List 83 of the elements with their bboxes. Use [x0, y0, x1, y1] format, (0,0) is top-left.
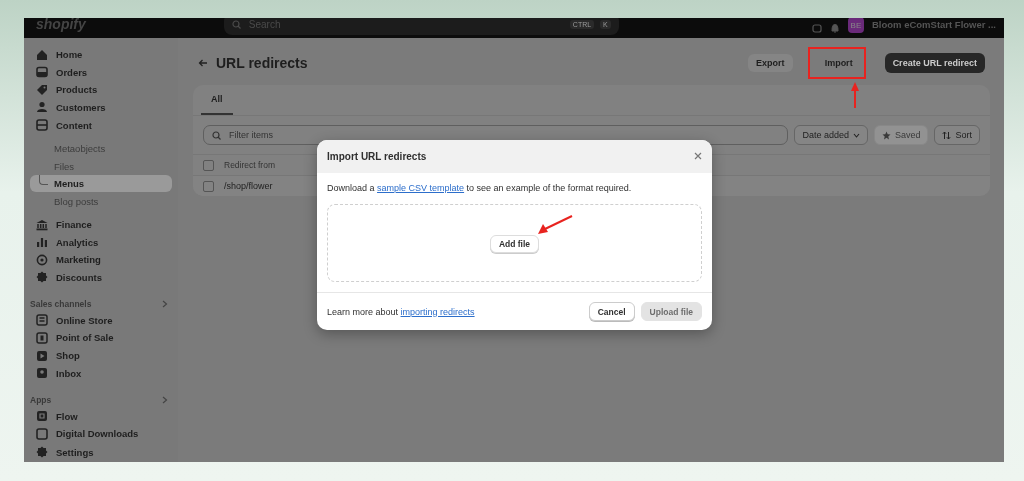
sidebar-item-label: Online Store	[56, 314, 113, 326]
annotation-arrow	[538, 215, 573, 234]
home-icon	[36, 48, 48, 61]
play-square-icon	[36, 349, 48, 362]
sidebar-item[interactable]: Analytics	[30, 233, 172, 251]
chevron-right-icon	[162, 395, 168, 404]
cancel-button[interactable]: Cancel	[588, 302, 635, 321]
sidebar-item-label: Settings	[56, 446, 94, 458]
sidebar-item[interactable]: Content	[30, 116, 172, 134]
sidebar-item[interactable]: Shop	[30, 346, 172, 365]
annotation-arrow	[851, 82, 859, 109]
template-link[interactable]: sample CSV template	[377, 183, 465, 193]
sidebar-item[interactable]: Discounts	[30, 268, 172, 287]
sidebar-subitem[interactable]: Files	[30, 157, 172, 175]
page-title: URL redirects	[216, 55, 309, 71]
sidebar-item[interactable]: Marketing	[30, 250, 172, 269]
bar-chart-icon	[36, 236, 48, 249]
search-icon	[231, 19, 241, 29]
sidebar-item-label: Shop	[56, 350, 80, 362]
sidebar-item-label: Orders	[56, 66, 88, 78]
sidebar-item[interactable]: Inbox	[30, 364, 172, 382]
store-name[interactable]: Bloom eComStart Flower ...	[871, 18, 996, 30]
section-heading: Apps	[30, 394, 52, 405]
sidebar-subitem[interactable]: Menus	[30, 174, 172, 193]
sort-button[interactable]: Sort	[934, 125, 980, 145]
add-file-button[interactable]: Add file	[489, 234, 540, 253]
sidebar-item[interactable]: Orders	[30, 63, 172, 82]
sidebar-item-label: Content	[56, 119, 92, 131]
close-icon	[694, 152, 702, 160]
tag-icon	[36, 83, 48, 96]
sidebar-item[interactable]: Flow	[30, 407, 172, 426]
sidebar-item-label: Finance	[56, 219, 92, 231]
sidebar-item-label: Inbox	[56, 367, 82, 379]
dialog-description: Download a sample CSV template to see an example of the format required.	[327, 183, 633, 193]
sidebar-item[interactable]: Settings	[30, 442, 172, 462]
filter-input[interactable]: Filter items	[227, 129, 780, 141]
checkbox[interactable]	[203, 180, 214, 192]
import-button[interactable]: Import	[816, 54, 861, 72]
sidebar-item[interactable]: Customers	[30, 98, 172, 117]
sidebar-item[interactable]: Point of Sale	[30, 329, 172, 347]
sidebar-item[interactable]: Products	[30, 81, 172, 99]
chevron-down-icon	[852, 132, 860, 138]
dialog-title: Import URL redirects	[327, 151, 427, 162]
store-avatar[interactable]: BE	[847, 18, 864, 33]
sidebar-subitem[interactable]: Metaobjects	[30, 139, 172, 158]
target-icon	[36, 253, 48, 266]
sidebar-item[interactable]: Digital Downloads	[30, 425, 172, 443]
sidebar-item-label: Products	[56, 84, 98, 96]
search-icon	[212, 130, 221, 140]
sidebar-item-label: Analytics	[56, 236, 99, 248]
column-header: Redirect from	[224, 160, 275, 170]
close-button[interactable]	[694, 151, 702, 162]
chevron-right-icon	[162, 299, 168, 308]
sort-arrows-icon	[942, 130, 952, 140]
bell-icon	[829, 23, 840, 33]
back-arrow-icon	[198, 59, 208, 67]
tray-icon	[36, 66, 48, 79]
sidebar-item[interactable]: Home	[30, 46, 172, 64]
person-icon	[36, 101, 48, 114]
help-link[interactable]: importing redirects	[400, 306, 475, 317]
table-cell: /shop/flower	[224, 181, 273, 191]
tab[interactable]: All	[201, 85, 233, 115]
sidebar-item-label: Digital Downloads	[56, 428, 139, 440]
shopify-logo[interactable]: shopify	[36, 18, 86, 32]
sidebar-item-label: Marketing	[56, 254, 101, 266]
footer-text: Learn more about importing redirects	[327, 306, 476, 317]
settings-icon	[36, 446, 48, 459]
bank-icon	[36, 218, 48, 231]
sort-by-dropdown[interactable]: Date added	[794, 125, 868, 145]
export-button[interactable]: Export	[748, 54, 793, 72]
sidebar-item-label: Home	[56, 49, 83, 61]
star-icon	[881, 130, 891, 140]
create-redirect-button[interactable]: Create URL redirect	[884, 53, 985, 73]
sidebar-item-label: Point of Sale	[56, 332, 114, 344]
file-drop-zone[interactable]: Add file	[327, 204, 702, 282]
sidebar-item[interactable]: Finance	[30, 215, 172, 234]
checkbox[interactable]	[203, 159, 214, 171]
sidebar-item-label: Flow	[56, 410, 78, 422]
sidebar-item-label: Customers	[56, 101, 106, 113]
sidebar-item-label: Discounts	[56, 271, 102, 283]
section-heading: Sales channels	[30, 298, 92, 309]
badge-icon	[36, 271, 48, 284]
sidebar-item[interactable]: Online Store	[30, 311, 172, 330]
